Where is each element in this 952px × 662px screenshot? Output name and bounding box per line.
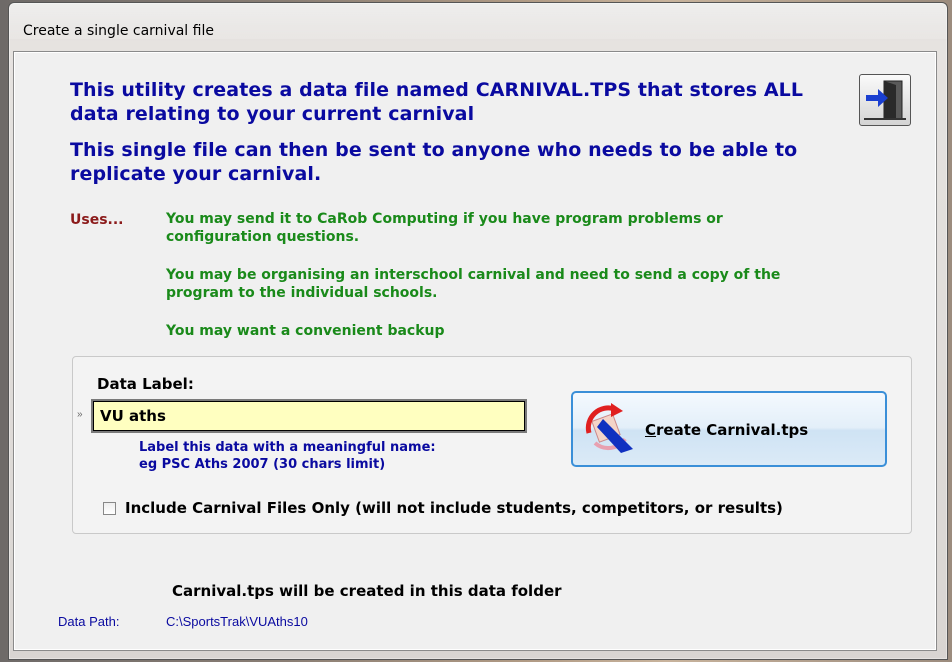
data-path-label: Data Path: [58, 614, 120, 629]
use-item: You may send it to CaRob Computing if yo… [166, 211, 723, 245]
dialog-window: Create a single carnival file This utili… [8, 2, 948, 660]
data-path-value: C:\SportsTrak\VUAths10 [166, 614, 308, 629]
create-carnival-icon [585, 403, 633, 453]
data-label-input[interactable] [91, 399, 527, 433]
title-bar[interactable]: Create a single carnival file [9, 3, 947, 39]
carnival-files-only-label[interactable]: Include Carnival Files Only (will not in… [125, 499, 783, 517]
uses-label: Uses... [70, 212, 124, 228]
intro-line-1: This utility creates a data file named C… [70, 79, 804, 125]
window-title: Create a single carnival file [23, 23, 214, 39]
carnival-files-only-checkbox[interactable] [103, 502, 116, 515]
field-marker-icon: » [77, 409, 83, 420]
use-item: You may be organising an interschool car… [166, 267, 781, 301]
data-label-hint: Label this data with a meaningful name: … [139, 440, 436, 472]
data-label-group: Data Label: » Label this data with a mea… [72, 356, 912, 534]
created-location-note: Carnival.tps will be created in this dat… [172, 582, 562, 600]
intro-line-2: This single file can then be sent to any… [70, 139, 798, 185]
exit-door-icon [864, 80, 906, 120]
create-button-label: Create Carnival.tps [645, 421, 809, 439]
data-label-caption: Data Label: [97, 375, 194, 393]
exit-button[interactable] [859, 74, 911, 126]
dialog-client-area: This utility creates a data file named C… [13, 51, 937, 651]
create-carnival-button[interactable]: Create Carnival.tps [571, 391, 887, 467]
use-item: You may want a convenient backup [166, 323, 445, 339]
